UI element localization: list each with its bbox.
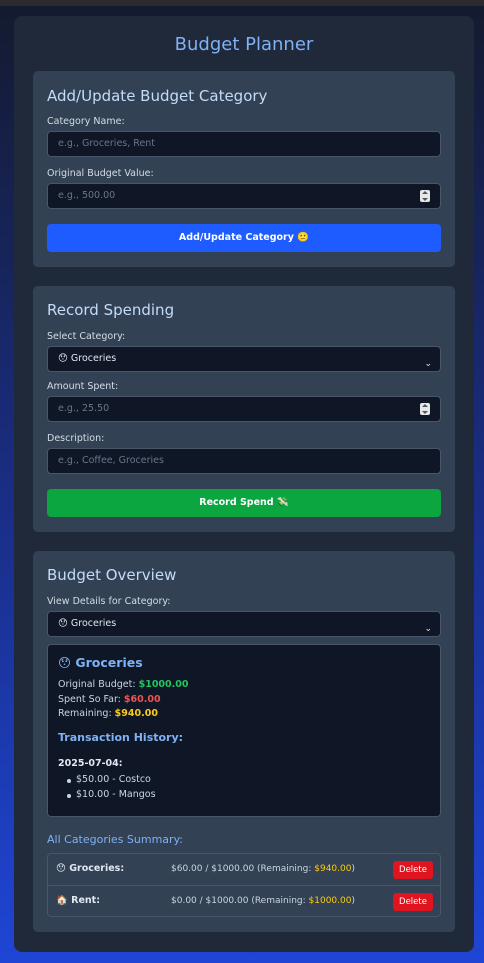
summary-spent-total: $0.00 / $1000.00 (Remaining:: [171, 896, 309, 906]
remaining-label: Remaining:: [58, 708, 115, 719]
view-category-select[interactable]: 😯 Groceries ⌄: [47, 611, 441, 637]
select-category-label: Select Category:: [47, 331, 126, 342]
record-spend-button[interactable]: Record Spend 💸: [47, 489, 441, 517]
budget-overview-title: Budget Overview: [47, 566, 177, 584]
view-category-select-value: 😯 Groceries: [58, 618, 117, 629]
summary-close-paren: ): [351, 896, 355, 906]
add-category-title: Add/Update Budget Category: [47, 87, 268, 105]
record-spending-title: Record Spending: [47, 301, 175, 319]
summary-spent-total: $60.00 / $1000.00 (Remaining:: [171, 864, 315, 874]
details-category-title: 😯 Groceries: [58, 655, 143, 670]
delete-button[interactable]: Delete: [393, 893, 433, 911]
spent-so-far-value: $60.00: [123, 694, 161, 705]
remaining-line: Remaining: $940.00: [58, 708, 158, 719]
description-label: Description:: [47, 433, 105, 444]
summary-category-name: 😯 Groceries:: [56, 863, 125, 874]
amount-spent-input[interactable]: e.g., 25.50: [47, 396, 441, 422]
number-stepper-icon[interactable]: [420, 403, 430, 415]
description-input[interactable]: e.g., Coffee, Groceries: [47, 448, 441, 474]
record-spending-card: Record Spending Select Category: 😯 Groce…: [33, 286, 455, 532]
summary-category-name: 🏠 Rent:: [56, 895, 100, 906]
remaining-value: $940.00: [114, 708, 158, 719]
summary-row: 😯 Groceries: $60.00 / $1000.00 (Remainin…: [48, 854, 440, 886]
summary-close-paren: ): [351, 864, 355, 874]
category-name-input[interactable]: e.g., Groceries, Rent: [47, 131, 441, 157]
browser-top-bar: [0, 0, 484, 6]
spent-so-far-label: Spent So Far:: [58, 694, 124, 705]
delete-button[interactable]: Delete: [393, 861, 433, 879]
amount-spent-label: Amount Spent:: [47, 381, 119, 392]
category-select[interactable]: 😯 Groceries ⌄: [47, 346, 441, 372]
spent-so-far-line: Spent So Far: $60.00: [58, 694, 161, 705]
summary-remaining: $940.00: [314, 864, 352, 874]
category-details-panel: 😯 Groceries Original Budget: $1000.00 Sp…: [47, 644, 441, 817]
chevron-down-icon: ⌄: [424, 359, 432, 369]
app-title: Budget Planner: [174, 34, 314, 55]
description-placeholder: e.g., Coffee, Groceries: [58, 455, 164, 466]
budget-overview-card: Budget Overview View Details for Categor…: [33, 551, 455, 932]
summary-row: 🏠 Rent: $0.00 / $1000.00 (Remaining: $10…: [48, 886, 440, 918]
transaction-date: 2025-07-04:: [58, 758, 123, 769]
budget-planner-app: Budget Planner Add/Update Budget Categor…: [14, 16, 474, 952]
add-category-card: Add/Update Budget Category Category Name…: [33, 71, 455, 267]
budget-value-input[interactable]: e.g., 500.00: [47, 183, 441, 209]
summary-amounts: $0.00 / $1000.00 (Remaining: $1000.00): [153, 896, 373, 906]
original-budget-value: $1000.00: [138, 679, 189, 690]
add-update-category-button[interactable]: Add/Update Category 🙂: [47, 224, 441, 252]
chevron-down-icon: ⌄: [424, 624, 432, 634]
transaction-history-title: Transaction History:: [58, 731, 184, 744]
category-name-label: Category Name:: [47, 116, 125, 127]
view-details-label: View Details for Category:: [47, 596, 171, 607]
amount-spent-placeholder: e.g., 25.50: [58, 403, 110, 414]
summary-remaining: $1000.00: [308, 896, 352, 906]
transaction-item: $50.00 - Costco: [67, 774, 151, 785]
original-budget-line: Original Budget: $1000.00: [58, 679, 188, 690]
number-stepper-icon[interactable]: [420, 190, 430, 202]
summary-title: All Categories Summary:: [47, 833, 183, 846]
category-select-value: 😯 Groceries: [58, 353, 117, 364]
summary-amounts: $60.00 / $1000.00 (Remaining: $940.00): [153, 864, 373, 874]
original-budget-label: Original Budget:: [58, 679, 139, 690]
budget-value-placeholder: e.g., 500.00: [58, 190, 116, 201]
category-name-placeholder: e.g., Groceries, Rent: [58, 138, 156, 149]
categories-summary-table: 😯 Groceries: $60.00 / $1000.00 (Remainin…: [47, 853, 441, 917]
budget-value-label: Original Budget Value:: [47, 168, 154, 179]
transaction-item: $10.00 - Mangos: [67, 789, 156, 800]
